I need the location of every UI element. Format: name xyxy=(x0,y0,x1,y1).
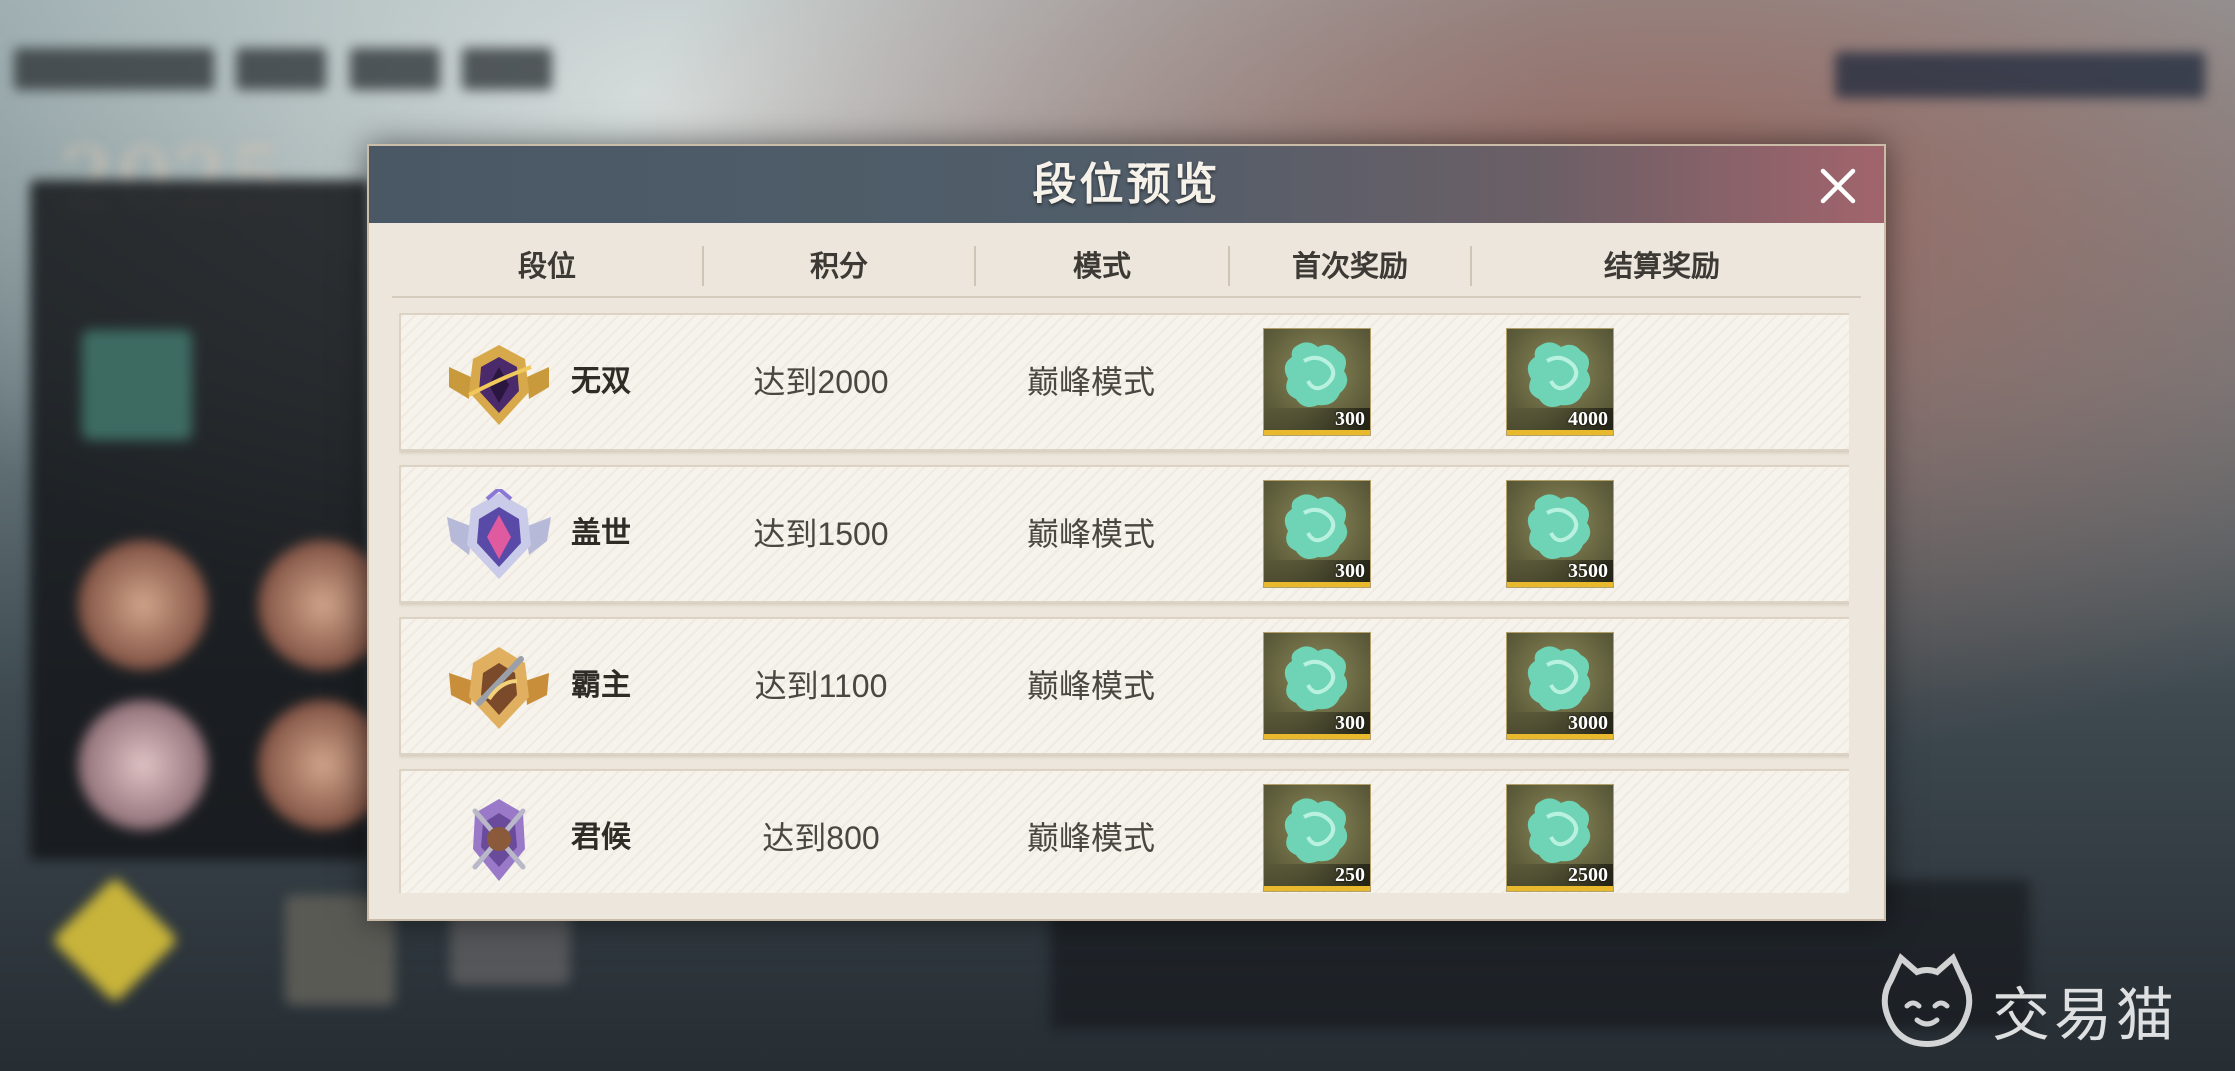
rank-name: 无双 xyxy=(571,364,631,399)
rank-score: 达到1100 xyxy=(754,668,888,704)
column-header-rank: 段位 xyxy=(517,249,576,283)
settle-reward-item[interactable]: 4000 xyxy=(1506,328,1614,436)
reward-quantity: 300 xyxy=(1264,560,1370,582)
rank-mode: 巅峰模式 xyxy=(1026,820,1155,856)
reward-quantity: 3000 xyxy=(1507,712,1613,734)
jade-gem-icon xyxy=(1527,494,1591,559)
rank-score: 达到2000 xyxy=(753,364,889,400)
bg-tab xyxy=(14,48,214,90)
jade-gem-icon xyxy=(1284,798,1348,863)
dialog-title: 段位预览 xyxy=(1032,159,1221,210)
dialog-header: 段位预览 xyxy=(369,146,1884,223)
first-reward-item[interactable]: 300 xyxy=(1263,328,1371,436)
rank-emblem-bazhu-icon xyxy=(449,647,549,729)
settle-reward-item[interactable]: 2500 xyxy=(1506,784,1614,892)
column-header-mode: 模式 xyxy=(1072,249,1131,283)
rank-mode: 巅峰模式 xyxy=(1026,516,1155,552)
reward-rarity-bar xyxy=(1264,734,1370,739)
close-icon xyxy=(1820,168,1856,204)
bg-avatar xyxy=(78,540,208,670)
settle-reward-item[interactable]: 3500 xyxy=(1506,480,1614,588)
reward-rarity-bar xyxy=(1507,430,1613,435)
first-reward-item[interactable]: 300 xyxy=(1263,632,1371,740)
bg-top-right-bar xyxy=(1835,52,2205,98)
rank-row: 盖世 达到1500 巅峰模式 300 3500 xyxy=(399,465,1849,603)
reward-quantity: 300 xyxy=(1264,408,1370,430)
rank-emblem-wushuang-icon xyxy=(449,345,549,425)
reward-rarity-bar xyxy=(1264,582,1370,587)
reward-rarity-bar xyxy=(1264,886,1370,891)
bg-avatar xyxy=(78,700,208,830)
rank-name: 君候 xyxy=(571,820,631,855)
reward-quantity: 2500 xyxy=(1507,864,1613,886)
jade-gem-icon xyxy=(1284,342,1348,407)
first-reward-item[interactable]: 250 xyxy=(1263,784,1371,892)
column-header-first-reward: 首次奖励 xyxy=(1291,249,1408,283)
reward-rarity-bar xyxy=(1264,430,1370,435)
reward-quantity: 3500 xyxy=(1507,560,1613,582)
column-header-score: 积分 xyxy=(809,249,868,283)
reward-quantity: 4000 xyxy=(1507,408,1613,430)
jade-gem-icon xyxy=(1527,342,1591,407)
column-headers: 段位 积分 模式 首次奖励 结算奖励 xyxy=(392,236,1861,298)
watermark-text: 交易猫 xyxy=(1992,981,2179,1049)
rank-name: 盖世 xyxy=(571,516,631,551)
watermark: 交易猫 xyxy=(1877,950,2207,1050)
rank-list[interactable]: 无双 达到2000 巅峰模式 300 4000 盖世 达到1500 巅峰模式 3… xyxy=(399,313,1849,893)
bg-item xyxy=(82,330,192,440)
reward-rarity-bar xyxy=(1507,734,1613,739)
rank-score: 达到800 xyxy=(762,820,880,856)
bg-tab xyxy=(462,48,552,90)
rank-row: 无双 达到2000 巅峰模式 300 4000 xyxy=(399,313,1849,451)
rank-score: 达到1500 xyxy=(753,516,889,552)
bg-tab xyxy=(350,48,440,90)
jade-gem-icon xyxy=(1284,494,1348,559)
bg-tab xyxy=(236,48,326,90)
rank-emblem-junhou-icon xyxy=(472,799,526,881)
rank-mode: 巅峰模式 xyxy=(1026,668,1155,704)
jade-gem-icon xyxy=(1527,646,1591,711)
rank-name: 霸主 xyxy=(571,668,631,703)
reward-rarity-bar xyxy=(1507,582,1613,587)
bg-item xyxy=(51,876,179,1004)
rank-row: 君候 达到800 巅峰模式 250 2500 xyxy=(399,769,1849,893)
settle-reward-item[interactable]: 3000 xyxy=(1506,632,1614,740)
rank-mode: 巅峰模式 xyxy=(1026,364,1155,400)
reward-rarity-bar xyxy=(1507,886,1613,891)
cat-logo-icon xyxy=(1881,953,1973,1048)
first-reward-item[interactable]: 300 xyxy=(1263,480,1371,588)
rank-preview-dialog: 段位预览 段位 积分 模式 首次奖励 结算奖励 无双 达到2000 巅峰模式 3… xyxy=(367,144,1886,921)
jade-gem-icon xyxy=(1284,646,1348,711)
rank-row: 霸主 达到1100 巅峰模式 300 3000 xyxy=(399,617,1849,755)
close-button[interactable] xyxy=(1818,166,1858,206)
reward-quantity: 250 xyxy=(1264,864,1370,886)
column-header-settle-reward: 结算奖励 xyxy=(1603,249,1720,283)
jade-gem-icon xyxy=(1527,798,1591,863)
reward-quantity: 300 xyxy=(1264,712,1370,734)
rank-emblem-gaishi-icon xyxy=(447,489,551,579)
